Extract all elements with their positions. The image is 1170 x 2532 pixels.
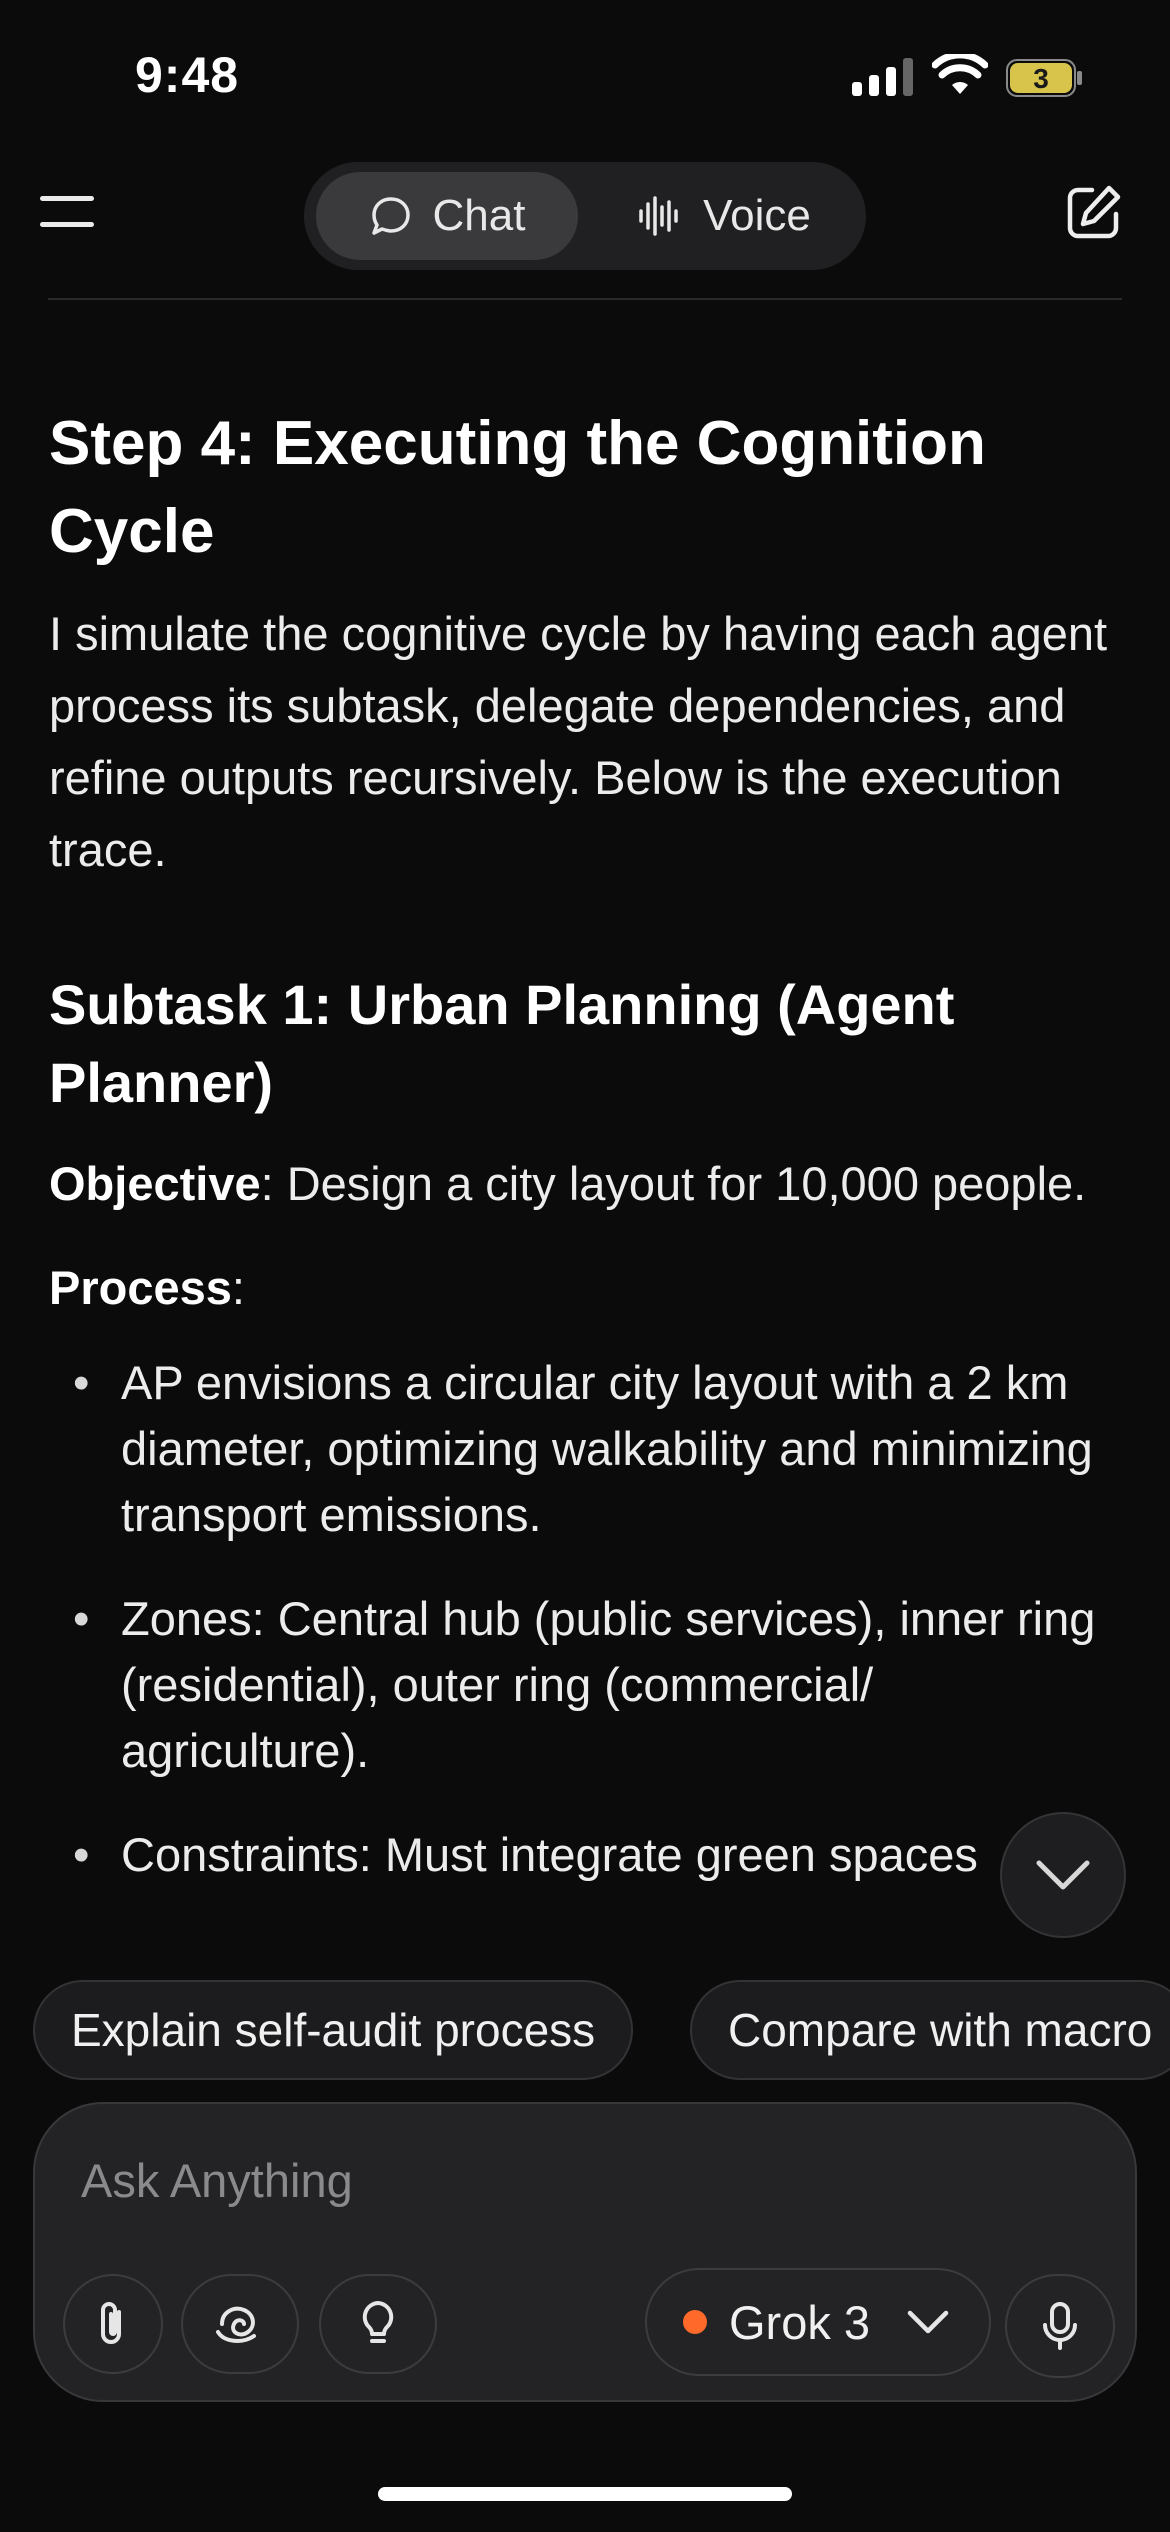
process-paragraph: Process: <box>49 1252 1124 1324</box>
list-item: Constraints: Must integrate green spaces <box>49 1822 1124 1888</box>
model-selector[interactable]: Grok 3 <box>645 2268 991 2376</box>
list-item: AP envisions a circular city layout with… <box>49 1350 1124 1548</box>
voice-waveform-icon <box>639 196 678 236</box>
suggestion-chip[interactable]: Compare with macro <box>690 1980 1170 2080</box>
chevron-down-icon <box>907 2310 949 2334</box>
menu-button[interactable] <box>40 196 96 236</box>
objective-text: : Design a city layout for 10,000 people… <box>260 1157 1087 1210</box>
microphone-icon <box>1043 2302 1077 2350</box>
chat-bubble-icon <box>371 197 410 235</box>
deep-search-icon <box>216 2306 256 2343</box>
signal-icon <box>852 58 913 96</box>
microphone-button[interactable] <box>1005 2274 1115 2378</box>
header-divider <box>48 298 1122 300</box>
model-label: Grok 3 <box>729 2295 871 2349</box>
lightbulb-icon <box>362 2301 394 2343</box>
attach-button[interactable] <box>63 2274 163 2374</box>
tab-voice[interactable]: Voice <box>594 172 854 260</box>
suggestion-chip[interactable]: Explain self-audit process <box>33 1980 634 2080</box>
status-time: 9:48 <box>135 47 240 103</box>
tab-voice-label: Voice <box>703 191 811 240</box>
list-item: Zones: Central hub (public services), in… <box>49 1586 1124 1784</box>
battery-level: 3 <box>1033 63 1049 94</box>
subtask-heading: Subtask 1: Urban Planning (Agent Planner… <box>49 973 955 1114</box>
composer: Grok 3 <box>33 2102 1137 2402</box>
model-status-dot <box>683 2310 707 2334</box>
deep-search-button[interactable] <box>181 2274 299 2374</box>
status-bar: 9:48 3 <box>0 0 1170 150</box>
wifi-icon <box>932 54 988 94</box>
suggestion-chips: Explain self-audit process Compare with … <box>0 1980 1170 2084</box>
scroll-down-button[interactable] <box>1000 1812 1126 1938</box>
process-list: AP envisions a circular city layout with… <box>49 1350 1124 1888</box>
intro-paragraph: I simulate the cognitive cycle by having… <box>49 607 1108 876</box>
chevron-down-icon <box>1036 1860 1090 1890</box>
new-chat-edit-icon[interactable] <box>1062 182 1124 244</box>
hamburger-line <box>40 222 94 227</box>
home-indicator <box>378 2487 792 2501</box>
paperclip-icon <box>101 2302 121 2344</box>
assistant-message: Step 4: Executing the Cognition Cycle I … <box>49 400 1124 1980</box>
battery-icon: 3 <box>1006 59 1082 97</box>
mode-switch: Chat Voice <box>304 162 866 270</box>
objective-label: Objective <box>49 1157 261 1210</box>
think-button[interactable] <box>319 2274 437 2374</box>
tab-chat[interactable]: Chat <box>316 172 578 260</box>
process-label: Process <box>49 1261 232 1314</box>
objective-paragraph: Objective: Design a city layout for 10,0… <box>49 1148 1124 1220</box>
section-heading: Step 4: Executing the Cognition Cycle <box>49 409 986 566</box>
process-suffix: : <box>231 1261 245 1314</box>
ask-input[interactable] <box>81 2140 1081 2220</box>
tab-chat-label: Chat <box>432 191 526 240</box>
hamburger-menu-icon <box>40 196 94 201</box>
